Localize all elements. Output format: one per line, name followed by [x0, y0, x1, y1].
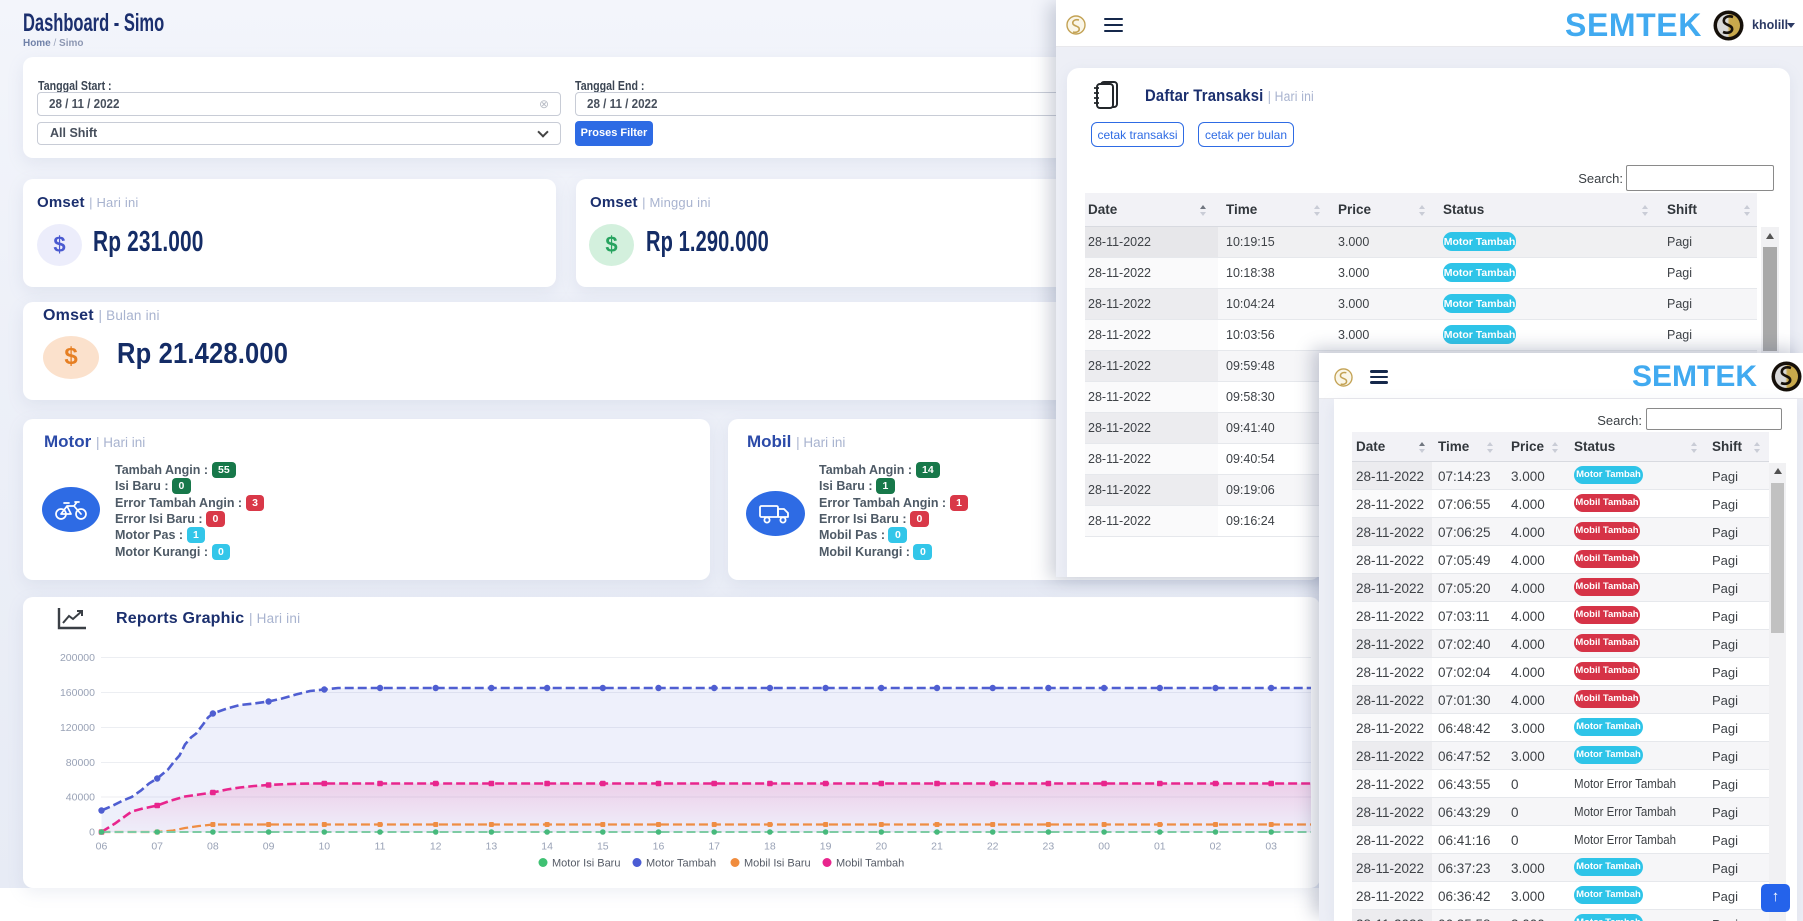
svg-text:08: 08	[207, 841, 219, 853]
svg-text:200000: 200000	[60, 652, 95, 664]
svg-text:160000: 160000	[60, 687, 95, 699]
svg-text:07: 07	[151, 841, 163, 853]
svg-text:22: 22	[987, 841, 999, 853]
svg-text:09: 09	[263, 841, 275, 853]
svg-text:10: 10	[318, 841, 330, 853]
svg-text:Mobil Isi Baru: Mobil Isi Baru	[744, 858, 811, 870]
svg-text:06: 06	[96, 841, 108, 853]
svg-text:03: 03	[1265, 841, 1277, 853]
svg-text:21: 21	[931, 841, 943, 853]
svg-text:19: 19	[820, 841, 832, 853]
svg-text:20: 20	[875, 841, 887, 853]
svg-text:0: 0	[89, 827, 95, 839]
svg-text:11: 11	[375, 841, 386, 853]
svg-text:16: 16	[653, 841, 665, 853]
svg-text:120000: 120000	[60, 722, 95, 734]
svg-text:12: 12	[430, 841, 442, 853]
svg-text:18: 18	[764, 841, 776, 853]
svg-text:14: 14	[541, 841, 553, 853]
svg-text:Motor Isi Baru: Motor Isi Baru	[552, 858, 620, 870]
svg-text:15: 15	[597, 841, 609, 853]
svg-text:Mobil Tambah: Mobil Tambah	[836, 858, 904, 870]
svg-text:17: 17	[708, 841, 720, 853]
svg-text:23: 23	[1043, 841, 1055, 853]
svg-text:40000: 40000	[66, 792, 95, 804]
svg-text:02: 02	[1210, 841, 1222, 853]
svg-text:00: 00	[1098, 841, 1110, 853]
svg-text:Motor Tambah: Motor Tambah	[646, 858, 716, 870]
svg-text:01: 01	[1154, 841, 1166, 853]
svg-text:13: 13	[486, 841, 498, 853]
svg-text:80000: 80000	[66, 757, 95, 769]
